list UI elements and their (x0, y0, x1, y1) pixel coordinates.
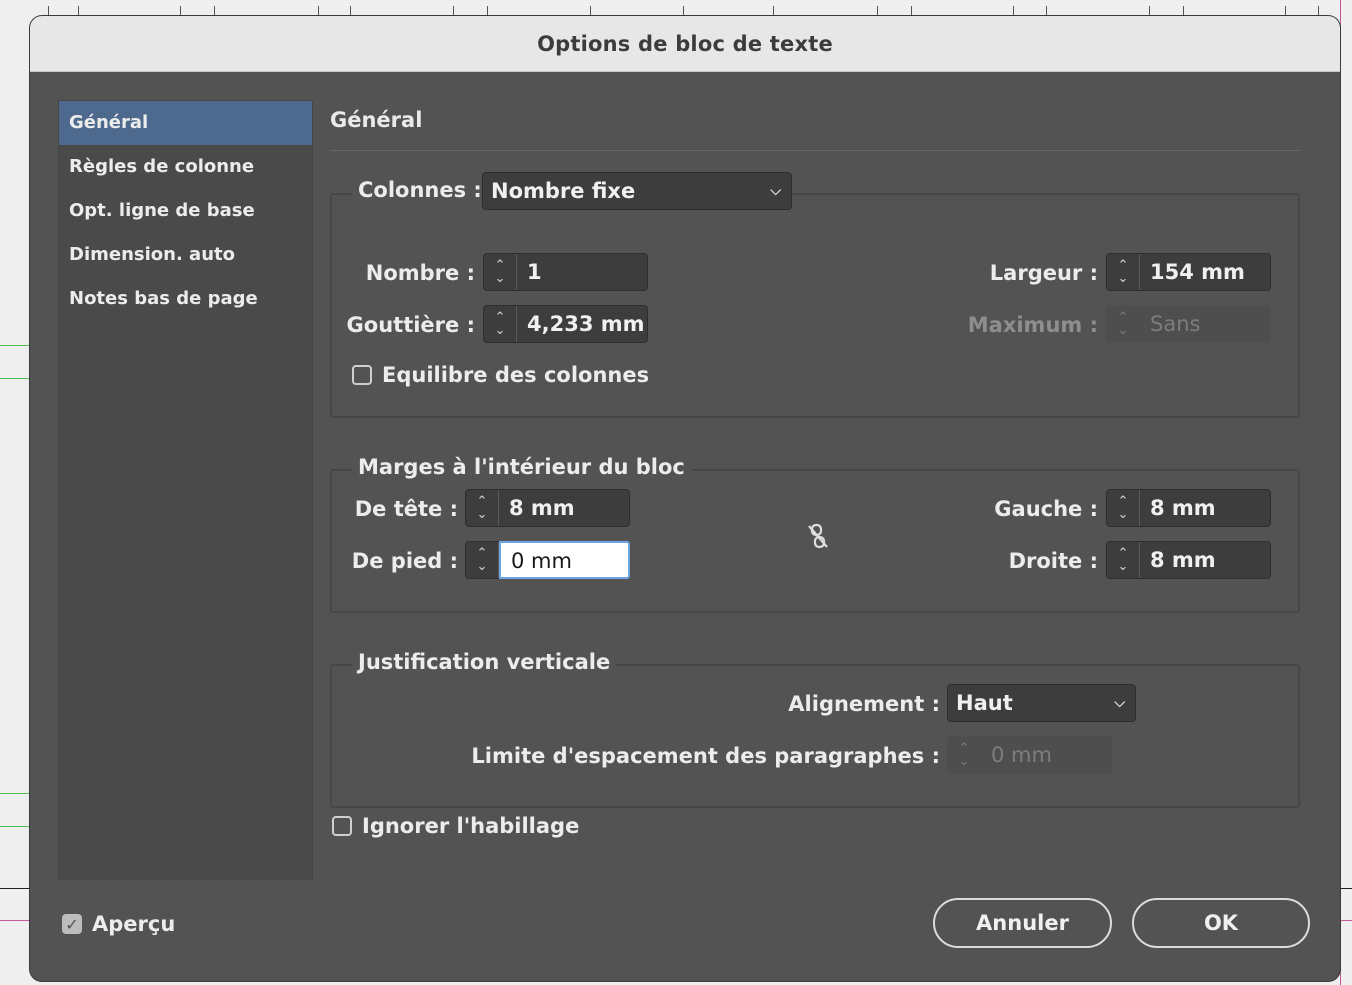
vertical-justification-group (330, 664, 1300, 808)
right-inset-stepper[interactable]: ⌃ ⌄ 8 mm (1106, 541, 1271, 579)
width-stepper[interactable]: ⌃ ⌄ 154 mm (1106, 253, 1271, 291)
bottom-inset-value[interactable]: 0 mm (499, 541, 630, 579)
ruler-tick (911, 6, 912, 16)
ruler-tick (1318, 6, 1319, 16)
number-value[interactable]: 1 (517, 254, 647, 290)
left-inset-value[interactable]: 8 mm (1140, 490, 1270, 526)
bottom-inset-stepper[interactable]: ⌃ ⌄ 0 mm (465, 541, 630, 579)
ruler-tick (590, 6, 591, 16)
text-frame-options-dialog: Options de bloc de texte Général Règles … (30, 16, 1340, 981)
columns-mode-select[interactable]: Nombre fixe ⌵ (482, 172, 792, 210)
sidebar: Général Règles de colonne Opt. ligne de … (58, 100, 313, 880)
ruler-tick (48, 6, 49, 16)
top-inset-value[interactable]: 8 mm (499, 490, 629, 526)
stepper-arrows-icon: ⌃ ⌄ (1107, 306, 1140, 342)
guide-line (0, 793, 30, 794)
gutter-value[interactable]: 4,233 mm (517, 306, 647, 342)
paragraph-spacing-limit-value: 0 mm (991, 743, 1052, 767)
vertical-justification-legend: Justification verticale (352, 650, 617, 674)
stepper-arrows-icon: ⌃ ⌄ (948, 737, 981, 773)
bottom-inset-label: De pied : (351, 549, 458, 573)
preview-checkbox[interactable]: ✓ Aperçu (62, 912, 175, 936)
guide-line (0, 345, 30, 346)
ruler-tick (1183, 6, 1184, 16)
paragraph-spacing-limit-label: Limite d'espacement des paragraphes : (471, 744, 940, 768)
margin-guide (1340, 0, 1341, 985)
cancel-button[interactable]: Annuler (933, 898, 1112, 948)
section-divider (330, 150, 1300, 151)
ruler-tick (453, 6, 454, 16)
guide-line (0, 826, 30, 827)
ruler-tick (487, 6, 488, 16)
ruler-tick (773, 6, 774, 16)
sidebar-item-baseline-options[interactable]: Opt. ligne de base (59, 189, 312, 233)
ruler-tick (683, 6, 684, 16)
stepper-arrows-icon[interactable]: ⌃ ⌄ (1107, 254, 1140, 290)
top-inset-stepper[interactable]: ⌃ ⌄ 8 mm (465, 489, 630, 527)
dialog-titlebar[interactable]: Options de bloc de texte (30, 16, 1340, 72)
ruler-tick (318, 6, 319, 16)
maximum-label: Maximum : (967, 313, 1098, 337)
width-label: Largeur : (989, 261, 1098, 285)
gutter-label: Gouttière : (346, 313, 475, 337)
gutter-stepper[interactable]: ⌃ ⌄ 4,233 mm (483, 305, 648, 343)
inset-legend: Marges à l'intérieur du bloc (352, 455, 691, 479)
balance-columns-label: Equilibre des colonnes (382, 363, 650, 387)
guide-line (0, 378, 30, 379)
balance-columns-checkbox[interactable]: Equilibre des colonnes (352, 363, 649, 387)
left-inset-stepper[interactable]: ⌃ ⌄ 8 mm (1106, 489, 1271, 527)
number-stepper[interactable]: ⌃ ⌄ 1 (483, 253, 648, 291)
chevron-down-icon: ⌵ (1114, 695, 1125, 711)
chevron-down-icon: ⌵ (770, 183, 781, 199)
ruler-tick (1285, 6, 1286, 16)
ignore-text-wrap-checkbox[interactable]: Ignorer l'habillage (332, 814, 579, 838)
checkbox-box[interactable] (332, 816, 352, 836)
ruler-tick (1149, 6, 1150, 16)
stepper-arrows-icon[interactable]: ⌃ ⌄ (484, 254, 517, 290)
ruler-tick (350, 6, 351, 16)
stepper-arrows-icon[interactable]: ⌃ ⌄ (466, 490, 499, 526)
broken-chain-icon[interactable] (804, 522, 832, 550)
sidebar-item-auto-size[interactable]: Dimension. auto (59, 233, 312, 277)
alignment-value: Haut (956, 691, 1013, 715)
columns-mode-value: Nombre fixe (491, 179, 636, 203)
ruler-tick (1013, 6, 1014, 16)
ruler-tick (214, 6, 215, 16)
alignment-select[interactable]: Haut ⌵ (947, 684, 1136, 722)
right-inset-label: Droite : (1008, 549, 1098, 573)
guide-line (1340, 920, 1352, 921)
stepper-arrows-icon[interactable]: ⌃ ⌄ (1107, 490, 1140, 526)
ruler-tick (1046, 6, 1047, 16)
ok-button[interactable]: OK (1132, 898, 1310, 948)
sidebar-item-general[interactable]: Général (59, 101, 312, 145)
left-inset-label: Gauche : (994, 497, 1098, 521)
ruler-tick (78, 6, 79, 16)
columns-legend: Colonnes : (352, 178, 488, 202)
checkbox-box[interactable] (352, 365, 372, 385)
section-title: Général (330, 108, 423, 132)
stepper-arrows-icon[interactable]: ⌃ ⌄ (484, 306, 517, 342)
sidebar-item-footnotes[interactable]: Notes bas de page (59, 277, 312, 321)
number-label: Nombre : (365, 261, 475, 285)
ruler-tick (180, 6, 181, 16)
checkmark-icon[interactable]: ✓ (62, 914, 82, 934)
ruler-tick (877, 6, 878, 16)
maximum-stepper: ⌃ ⌄ Sans (1106, 305, 1271, 343)
right-inset-value[interactable]: 8 mm (1140, 542, 1270, 578)
maximum-value: Sans (1150, 312, 1201, 336)
dialog-title: Options de bloc de texte (537, 31, 833, 56)
sidebar-item-column-rules[interactable]: Règles de colonne (59, 145, 312, 189)
preview-label: Aperçu (92, 912, 176, 936)
stepper-arrows-icon[interactable]: ⌃ ⌄ (466, 542, 499, 578)
guide-line (0, 920, 30, 921)
paragraph-spacing-limit-stepper: ⌃ ⌄ 0 mm (947, 736, 1112, 774)
ignore-text-wrap-label: Ignorer l'habillage (362, 814, 580, 838)
top-inset-label: De tête : (354, 497, 458, 521)
width-value[interactable]: 154 mm (1140, 254, 1270, 290)
alignment-label: Alignement : (788, 692, 940, 716)
stepper-arrows-icon[interactable]: ⌃ ⌄ (1107, 542, 1140, 578)
